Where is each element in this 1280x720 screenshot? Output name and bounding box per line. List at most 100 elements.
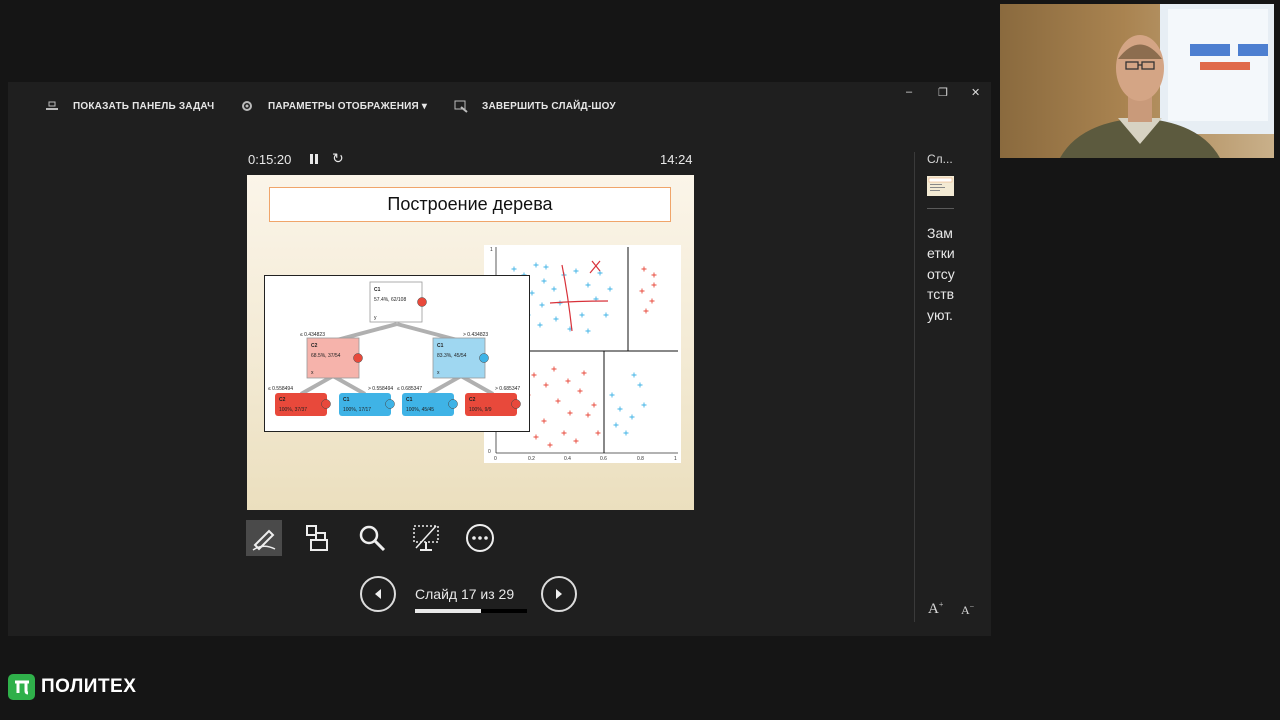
taskbar-icon [46,101,58,110]
scatter-point [573,268,579,274]
scatter-point [533,262,539,268]
leaf-label: C2 [469,397,476,403]
x-tick: 0.4 [564,456,571,462]
slide-navigation: Слайд 17 из 29 [360,576,582,616]
restart-timer-icon[interactable]: ↻ [332,150,344,167]
scatter-point [609,392,615,398]
leaf-label: C1 [343,397,350,403]
decision-tree-image: C1 57.4%, 62/108 y ≤ 0.434823 > 0.434823… [264,275,530,432]
scatter-point [537,322,543,328]
minimize-icon[interactable]: – [906,86,912,98]
scatter-point [529,290,535,296]
pen-tool-button[interactable] [246,520,282,556]
scatter-point [547,442,553,448]
x-tick: 1 [674,456,677,462]
scatter-point [543,382,549,388]
split-lr-label: > 0.558494 [368,386,393,392]
scatter-point [553,316,559,322]
pane-divider[interactable] [914,152,915,622]
scatter-point [597,270,603,276]
scatter-point [631,372,637,378]
scatter-point [585,282,591,288]
black-screen-button[interactable] [408,520,444,556]
presenter-view: ПОКАЗАТЬ ПАНЕЛЬ ЗАДАЧ ПАРАМЕТРЫ ОТОБРАЖЕ… [8,82,991,636]
increase-font-button[interactable]: A+ [928,600,943,618]
scatter-point [541,278,547,284]
thumbnail-preview [928,177,953,191]
magnifier-icon [359,525,386,552]
close-icon[interactable]: ✕ [971,86,980,99]
scatter-point [533,434,539,440]
end-slideshow-button[interactable]: ЗАВЕРШИТЬ СЛАЙД-ШОУ [454,99,616,113]
x-tick: 0 [494,456,497,462]
slide-title: Построение дерева [269,187,671,222]
handwritten-annotation [549,260,609,332]
display-settings-label: ПАРАМЕТРЫ ОТОБРАЖЕНИЯ ▾ [268,100,428,112]
scatter-point [595,430,601,436]
x-tick: 0.2 [528,456,535,462]
tree-right-label: C1 [437,343,444,349]
tree-root-stat: 57.4%, 62/108 [374,297,406,303]
scatter-point [607,286,613,292]
next-slide-thumbnail[interactable] [927,176,954,196]
scatter-point [551,286,557,292]
zoom-button[interactable] [354,520,390,556]
scatter-point [643,308,649,314]
webcam-video [1000,4,1274,158]
next-slide-label: Сл... [927,152,953,166]
scatter-point [511,266,517,272]
scatter-point [651,272,657,278]
screen-off-icon [413,525,439,551]
scatter-point [551,366,557,372]
split-ll-label: ≤ 0.558494 [268,386,293,392]
scatter-point [629,414,635,420]
scatter-point [539,302,545,308]
politeh-logo: ПОЛИТЕХ [8,674,136,700]
display-settings-button[interactable]: ПАРАМЕТРЫ ОТОБРАЖЕНИЯ ▾ [240,99,427,113]
y-tick: 0 [488,449,491,455]
grid-icon [306,525,328,551]
scatter-point [579,312,585,318]
scatter-point [567,410,573,416]
end-slideshow-label: ЗАВЕРШИТЬ СЛАЙД-ШОУ [482,100,616,112]
scatter-point [641,402,647,408]
logo-icon [8,674,35,700]
tree-right-stat: 83.3%, 45/54 [437,353,467,359]
scatter-point [585,412,591,418]
restore-icon[interactable]: ❐ [938,86,948,99]
scatter-point [603,312,609,318]
split-rl-label: ≤ 0.685347 [397,386,422,392]
separator [927,208,954,209]
scatter-point [581,370,587,376]
more-icon [466,524,494,552]
show-taskbar-button[interactable]: ПОКАЗАТЬ ПАНЕЛЬ ЗАДАЧ [45,99,214,113]
scatter-point [561,430,567,436]
tree-left-label: C2 [311,343,318,349]
scatter-point [585,328,591,334]
arrow-left-icon [375,589,381,599]
scatter-point [639,288,645,294]
scatter-point [531,372,537,378]
speaker-notes: Заметки отсутствуют. [927,225,955,323]
arrow-right-icon [556,589,562,599]
next-slide-button[interactable] [541,576,577,612]
split-rr-label: > 0.685347 [495,386,520,392]
decrease-font-button[interactable]: A− [961,602,974,618]
presenter-toolbar: ПОКАЗАТЬ ПАНЕЛЬ ЗАДАЧ ПАРАМЕТРЫ ОТОБРАЖЕ… [8,82,991,132]
scatter-point [651,282,657,288]
leaf-stat: 100%, 45/45 [406,407,434,413]
scatter-point [641,266,647,272]
gear-icon [242,101,252,111]
pen-icon [252,529,276,551]
leaf-stat: 100%, 9/9 [469,407,492,413]
previous-slide-button[interactable] [360,576,396,612]
tree-left-stat: 68.5%, 37/54 [311,353,341,359]
scatter-point [573,438,579,444]
all-slides-button[interactable] [300,520,336,556]
x-tick: 0.6 [600,456,607,462]
more-options-button[interactable] [462,520,498,556]
pause-icon[interactable] [308,152,320,166]
current-time: 14:24 [660,152,693,167]
slide-counter: Слайд 17 из 29 [415,586,515,602]
scatter-point [617,406,623,412]
